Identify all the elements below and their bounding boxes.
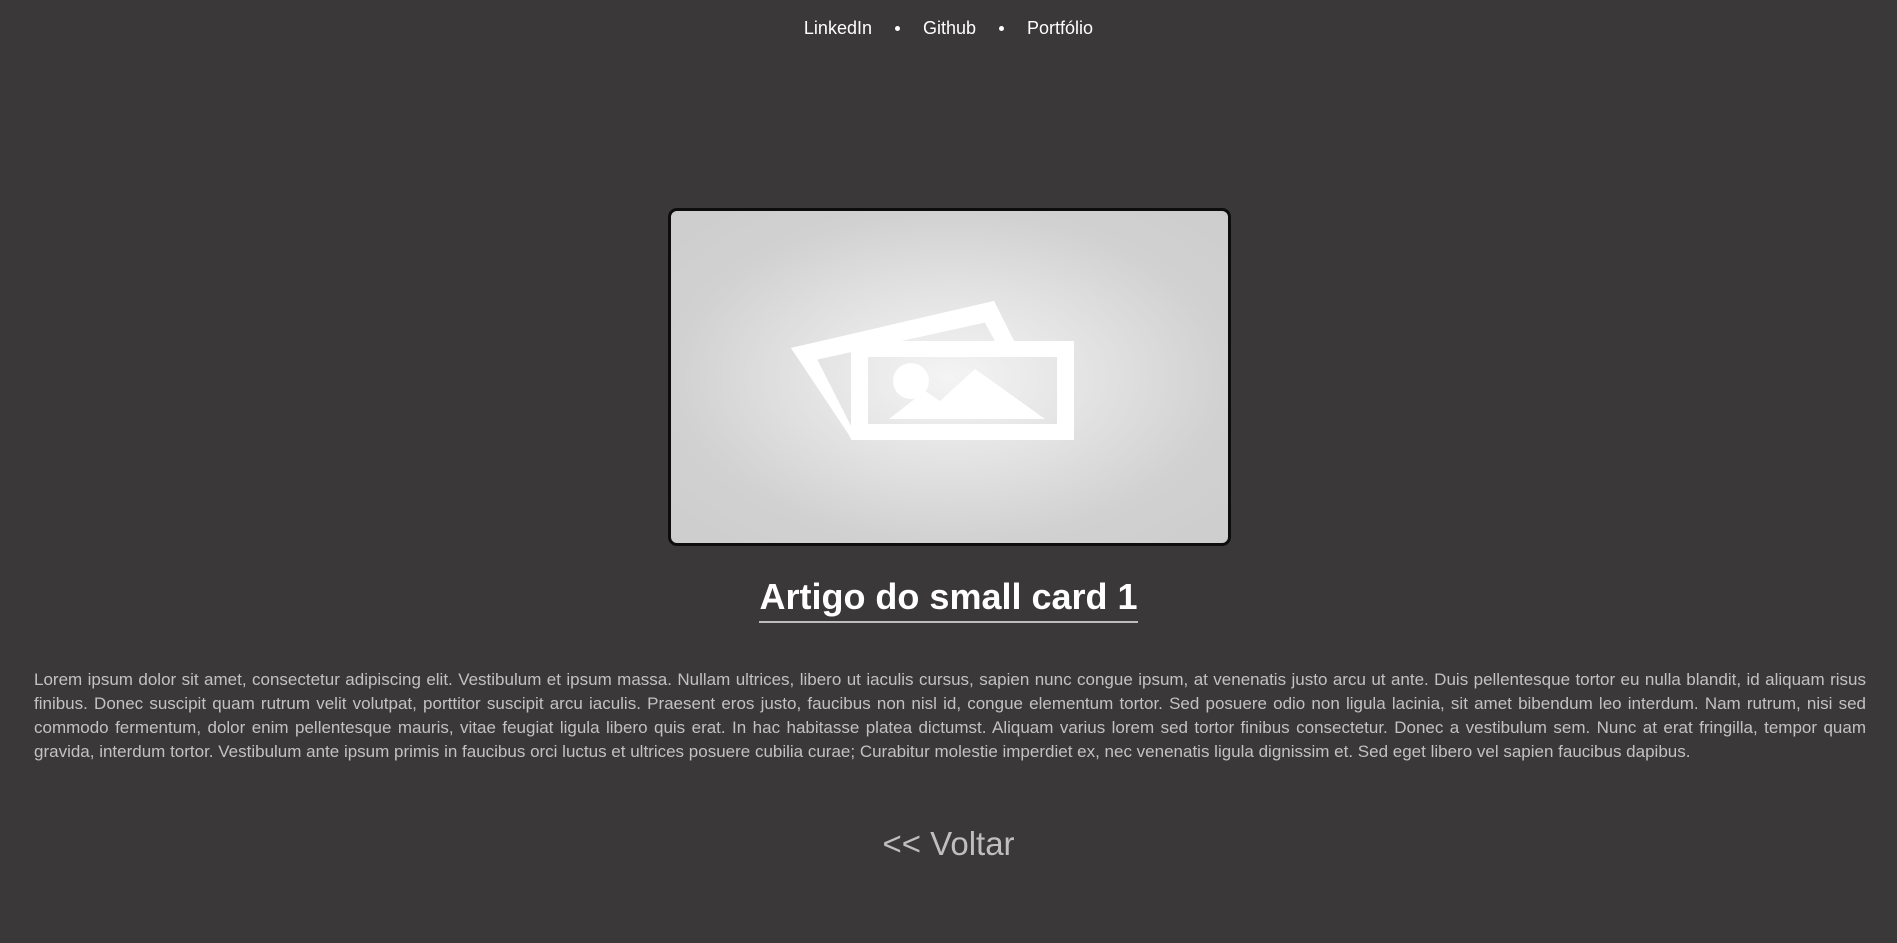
back-link-container: << Voltar bbox=[0, 822, 1897, 866]
article-title-text: Artigo do small card 1 bbox=[759, 575, 1138, 623]
nav-separator-dot bbox=[894, 25, 900, 31]
article-image bbox=[668, 208, 1231, 546]
nav-link-portfolio[interactable]: Portfólio bbox=[1027, 16, 1093, 40]
back-button[interactable]: << Voltar bbox=[882, 825, 1014, 862]
article-title: Artigo do small card 1 bbox=[0, 575, 1897, 623]
page: LinkedIn Github Portfólio Artigo do smal… bbox=[0, 0, 1897, 943]
article-body: Lorem ipsum dolor sit amet, consectetur … bbox=[34, 670, 1866, 761]
image-placeholder-icon bbox=[791, 301, 1074, 440]
nav-link-linkedin[interactable]: LinkedIn bbox=[804, 16, 872, 40]
top-nav: LinkedIn Github Portfólio bbox=[0, 16, 1897, 40]
nav-link-github[interactable]: Github bbox=[923, 16, 976, 40]
nav-separator-dot bbox=[999, 25, 1005, 31]
